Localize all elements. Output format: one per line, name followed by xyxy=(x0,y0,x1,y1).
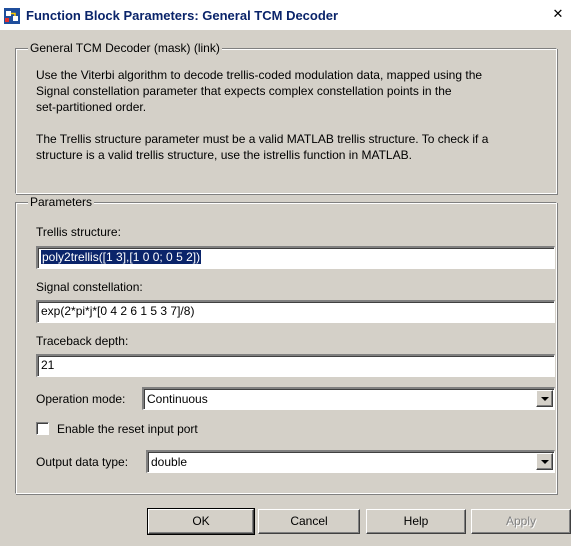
window-title: Function Block Parameters: General TCM D… xyxy=(26,8,339,23)
close-icon[interactable]: ✕ xyxy=(551,8,565,22)
title-bar[interactable]: Function Block Parameters: General TCM D… xyxy=(0,0,571,30)
description-line-6: structure is a valid trellis structure, … xyxy=(36,148,412,162)
signal-constellation-label: Signal constellation: xyxy=(36,280,143,294)
description-line-1: Use the Viterbi algorithm to decode trel… xyxy=(36,68,483,82)
output-data-type-select[interactable]: double xyxy=(146,450,555,473)
apply-button[interactable]: Apply xyxy=(471,509,571,534)
trellis-structure-field[interactable]: poly2trellis([1 3],[1 0 0; 0 5 2]) xyxy=(36,246,555,269)
description-line-2: Signal constellation parameter that expe… xyxy=(36,84,452,98)
operation-mode-label: Operation mode: xyxy=(36,392,126,406)
simulink-block-icon xyxy=(4,8,20,24)
output-data-type-label: Output data type: xyxy=(36,455,129,469)
help-button[interactable]: Help xyxy=(366,509,466,534)
signal-constellation-field[interactable]: exp(2*pi*j*[0 4 2 6 1 5 3 7]/8) xyxy=(36,300,555,323)
traceback-depth-field[interactable]: 21 xyxy=(36,354,555,377)
trellis-structure-label: Trellis structure: xyxy=(36,225,121,239)
reset-input-port-label[interactable]: Enable the reset input port xyxy=(57,422,198,436)
traceback-depth-label: Traceback depth: xyxy=(36,334,129,348)
cancel-button[interactable]: Cancel xyxy=(258,509,360,534)
reset-input-port-checkbox[interactable] xyxy=(36,422,49,435)
chevron-down-icon[interactable] xyxy=(536,390,553,407)
ok-button[interactable]: OK xyxy=(147,508,255,535)
chevron-down-icon[interactable] xyxy=(536,453,553,470)
operation-mode-value: Continuous xyxy=(147,392,208,406)
output-data-type-value: double xyxy=(151,455,188,469)
operation-mode-select[interactable]: Continuous xyxy=(142,387,555,410)
description-line-3: set-partitioned order. xyxy=(36,100,147,114)
parameters-group-label: Parameters xyxy=(28,195,95,209)
description-line-5: The Trellis structure parameter must be … xyxy=(36,132,489,146)
mask-group-label: General TCM Decoder (mask) (link) xyxy=(28,41,222,55)
trellis-structure-value: poly2trellis([1 3],[1 0 0; 0 5 2]) xyxy=(41,250,202,264)
dialog-window: Function Block Parameters: General TCM D… xyxy=(0,0,571,546)
